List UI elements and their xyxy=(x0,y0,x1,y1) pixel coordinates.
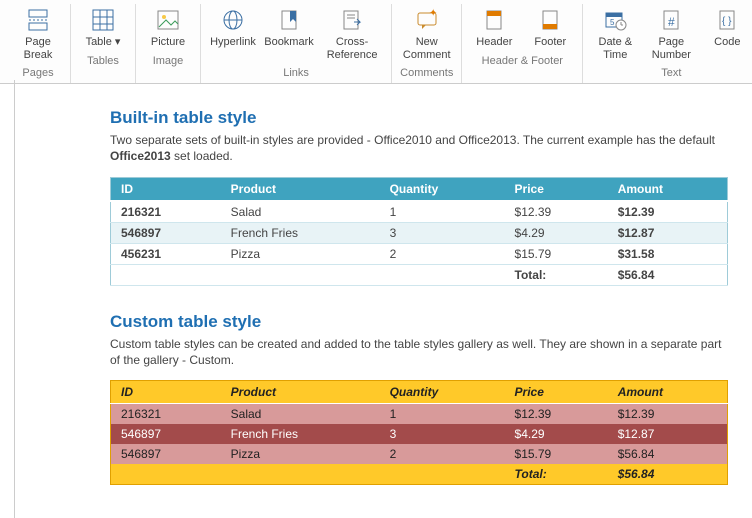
table-row[interactable]: 546897Pizza2$15.79$56.84 xyxy=(111,444,728,464)
col-price: Price xyxy=(505,177,608,201)
table-button[interactable]: Table ▾ xyxy=(79,4,127,51)
page-break-button[interactable]: Page Break xyxy=(14,4,62,63)
bookmark-icon xyxy=(275,6,303,34)
svg-text:{ }: { } xyxy=(722,16,732,27)
svg-text:#: # xyxy=(668,15,675,29)
svg-text:✦: ✦ xyxy=(429,8,437,19)
page-number-icon: # xyxy=(657,6,685,34)
table-row[interactable]: 216321Salad1$12.39$12.39 xyxy=(111,404,728,425)
group-label: Pages xyxy=(22,67,53,79)
group-label: Image xyxy=(153,55,184,67)
group-label: Comments xyxy=(400,67,453,79)
table-row[interactable]: 546897French Fries3$4.29$12.87 xyxy=(111,222,728,243)
ribbon-group-tables: Table ▾ Tables xyxy=(71,4,136,83)
header-button[interactable]: Header xyxy=(470,4,518,51)
table-icon xyxy=(89,6,117,34)
col-id: ID xyxy=(111,381,221,404)
section1-desc: Two separate sets of built-in styles are… xyxy=(110,132,728,164)
header-icon xyxy=(480,6,508,34)
col-amount: Amount xyxy=(608,381,728,404)
date-time-button[interactable]: 5 Date & Time xyxy=(591,4,639,63)
group-label: Tables xyxy=(87,55,119,67)
table-header-row: ID Product Quantity Price Amount xyxy=(111,381,728,404)
page-number-button[interactable]: # Page Number xyxy=(647,4,695,63)
total-row: Total:$56.84 xyxy=(111,464,728,485)
ribbon-group-image: Picture Image xyxy=(136,4,201,83)
picture-icon xyxy=(154,6,182,34)
cross-reference-button[interactable]: Cross-Reference xyxy=(321,4,383,63)
svg-text:5: 5 xyxy=(610,18,615,27)
custom-table[interactable]: ID Product Quantity Price Amount 216321S… xyxy=(110,380,728,485)
table-row[interactable]: 456231Pizza2$15.79$31.58 xyxy=(111,243,728,264)
ribbon-group-text: 5 Date & Time # Page Number { } Code Tex… xyxy=(583,4,752,83)
footer-icon xyxy=(536,6,564,34)
section1-title: Built-in table style xyxy=(110,108,728,128)
picture-button[interactable]: Picture xyxy=(144,4,192,51)
table-row[interactable]: 546897French Fries3$4.29$12.87 xyxy=(111,424,728,444)
table-header-row: ID Product Quantity Price Amount xyxy=(111,177,728,201)
date-time-icon: 5 xyxy=(601,6,629,34)
col-amount: Amount xyxy=(608,177,728,201)
total-row: Total:$56.84 xyxy=(111,264,728,285)
section2-desc: Custom table styles can be created and a… xyxy=(110,336,728,368)
ribbon-group-comments: ✦ New Comment Comments xyxy=(392,4,462,83)
new-comment-button[interactable]: ✦ New Comment xyxy=(401,4,453,63)
document-body: Built-in table style Two separate sets o… xyxy=(0,84,752,509)
page-break-icon xyxy=(24,6,52,34)
code-icon: { } xyxy=(713,6,741,34)
ribbon-group-header-footer: Header Footer Header & Footer xyxy=(462,4,583,83)
col-price: Price xyxy=(505,381,608,404)
col-quantity: Quantity xyxy=(380,177,505,201)
hyperlink-button[interactable]: Hyperlink xyxy=(209,4,257,51)
new-comment-icon: ✦ xyxy=(413,6,441,34)
group-label: Text xyxy=(661,67,681,79)
cross-reference-icon xyxy=(338,6,366,34)
bookmark-button[interactable]: Bookmark xyxy=(265,4,313,51)
col-product: Product xyxy=(221,177,380,201)
group-label: Header & Footer xyxy=(482,55,563,67)
ribbon: Page Break Pages Table ▾ Tables Picture … xyxy=(0,0,752,84)
col-quantity: Quantity xyxy=(380,381,505,404)
table-row[interactable]: 216321Salad1$12.39$12.39 xyxy=(111,201,728,223)
ribbon-group-links: Hyperlink Bookmark Cross-Reference Links xyxy=(201,4,392,83)
vertical-ruler xyxy=(4,80,15,518)
group-label: Links xyxy=(283,67,309,79)
ribbon-group-pages: Page Break Pages xyxy=(6,4,71,83)
hyperlink-icon xyxy=(219,6,247,34)
footer-button[interactable]: Footer xyxy=(526,4,574,51)
section2-title: Custom table style xyxy=(110,312,728,332)
builtin-table[interactable]: ID Product Quantity Price Amount 216321S… xyxy=(110,177,728,286)
col-product: Product xyxy=(221,381,380,404)
col-id: ID xyxy=(111,177,221,201)
code-button[interactable]: { } Code xyxy=(703,4,751,51)
